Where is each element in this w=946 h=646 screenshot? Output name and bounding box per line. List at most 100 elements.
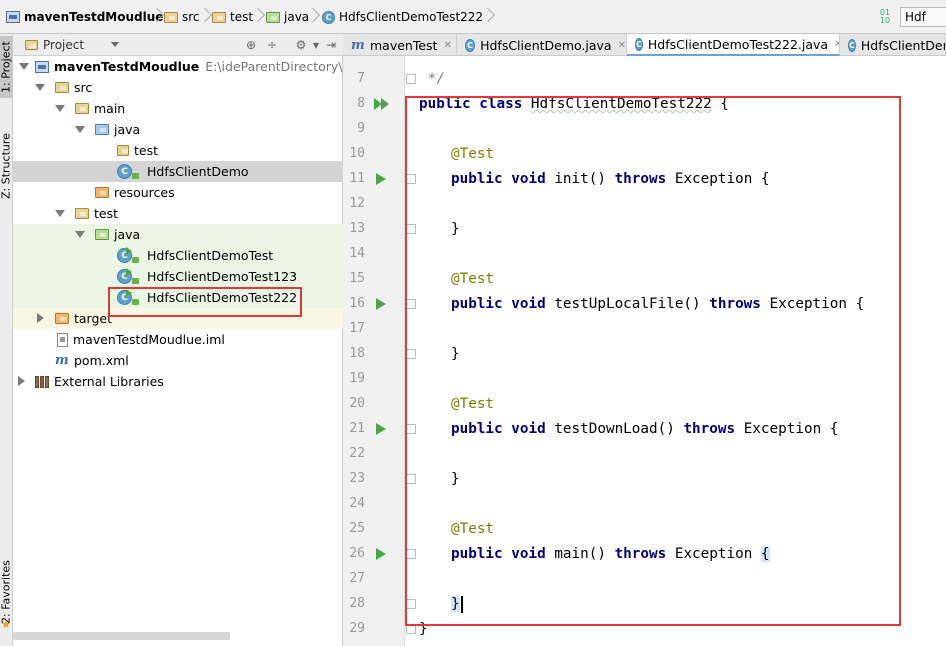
line-number: 7	[357, 71, 365, 86]
line-number: 15	[349, 271, 365, 286]
tree-row[interactable]: test	[13, 203, 343, 224]
gear-icon[interactable]: ⚙	[293, 37, 309, 53]
tree-row[interactable]: C HdfsClientDemoTest123	[13, 266, 343, 287]
tab-hdfsclientdemotest222[interactable]: C HdfsClientDemoTest222.java ✕	[627, 34, 840, 56]
run-test-icon[interactable]	[376, 423, 386, 435]
maven-icon: m	[55, 353, 69, 368]
fold-marker-icon[interactable]	[406, 74, 416, 84]
tree-row[interactable]: src	[13, 77, 343, 98]
run-test-icon[interactable]	[376, 173, 386, 185]
tree-node-target[interactable]: target	[55, 310, 112, 327]
file-icon	[57, 332, 68, 347]
expand-arrow-icon[interactable]	[19, 63, 29, 70]
test-class-icon: C	[117, 268, 139, 284]
class-icon: C	[322, 10, 335, 24]
tree-row[interactable]: m pom.xml	[13, 350, 343, 371]
class-icon: C	[848, 38, 856, 52]
tree-node-root[interactable]: mavenTestdMoudlue E:\ideParentDirectory\…	[35, 58, 370, 75]
tab-hdfsclientdemo[interactable]: C HdfsClientDemo.java ✕	[457, 34, 627, 56]
tree-row[interactable]: java	[13, 224, 343, 245]
line-number: 17	[349, 321, 365, 336]
tree-row[interactable]: java	[13, 119, 343, 140]
breadcrumb-project[interactable]: mavenTestdMoudlue	[6, 8, 163, 26]
line-number: 26	[349, 546, 365, 561]
tree-node-hdfsclientdemotest[interactable]: C HdfsClientDemoTest	[117, 247, 273, 264]
tree-row[interactable]: mavenTestdMoudlue.iml	[13, 329, 343, 350]
project-panel-header: Project ⊕ ÷ ⚙ ▼ ⇥	[13, 34, 343, 56]
tree-row[interactable]: C HdfsClientDemo	[13, 161, 343, 182]
tree-node-main-java[interactable]: java	[95, 121, 140, 138]
test-class-icon: C	[117, 247, 139, 263]
tree-node-hdfsclientdemo[interactable]: C HdfsClientDemo	[117, 163, 249, 180]
project-icon	[25, 40, 38, 50]
tab-hdfsclientdem[interactable]: C HdfsClientDem	[840, 34, 946, 56]
run-class-icon[interactable]	[374, 98, 389, 110]
breadcrumb-src[interactable]: src	[164, 8, 200, 26]
folder-icon	[55, 82, 69, 93]
editor-gutter: 7 8 9 10 11 12 13 14 15 16 17 18 19 20 2…	[343, 56, 405, 646]
chevron-right-icon	[152, 6, 162, 28]
tree-row[interactable]: External Libraries	[13, 371, 343, 392]
folder-icon	[164, 11, 178, 23]
line-number: 23	[349, 471, 365, 486]
tree-node-external-libraries[interactable]: External Libraries	[35, 373, 164, 390]
expand-arrow-icon[interactable]	[35, 84, 45, 91]
chevron-right-icon	[308, 6, 318, 28]
chevron-right-icon	[200, 6, 210, 28]
close-icon[interactable]: ✕	[618, 40, 626, 51]
code-line-7: */	[419, 71, 445, 87]
tree-row[interactable]: main	[13, 98, 343, 119]
test-folder-icon	[266, 11, 280, 23]
tree-node-test[interactable]: test	[75, 205, 118, 222]
expand-arrow-icon[interactable]	[55, 105, 65, 112]
hide-panel-icon[interactable]: ⇥	[323, 37, 339, 53]
tree-node-test-java[interactable]: java	[95, 226, 140, 243]
chevron-down-icon[interactable]: ▼	[308, 37, 324, 53]
collapsed-arrow-icon[interactable]	[18, 376, 25, 386]
line-number: 18	[349, 346, 365, 361]
tree-node-main[interactable]: main	[75, 100, 125, 117]
tree-node-src[interactable]: src	[55, 79, 92, 96]
tree-row[interactable]: C HdfsClientDemoTest	[13, 245, 343, 266]
horizontal-scrollbar[interactable]	[13, 632, 230, 640]
line-number: 22	[349, 446, 365, 461]
tree-row[interactable]: test	[13, 140, 343, 161]
project-tool-tab[interactable]: 1: Project	[0, 36, 13, 98]
line-number: 29	[349, 621, 365, 636]
close-icon[interactable]: ✕	[443, 40, 451, 51]
line-number: 27	[349, 571, 365, 586]
expand-arrow-icon[interactable]	[75, 126, 85, 133]
tree-node-test-package[interactable]: test	[117, 142, 158, 159]
breadcrumb-test[interactable]: test	[212, 8, 253, 26]
tree-node-pom[interactable]: m pom.xml	[55, 352, 129, 369]
run-test-icon[interactable]	[376, 298, 386, 310]
project-view-selector[interactable]: Project	[25, 37, 84, 53]
collapsed-arrow-icon[interactable]	[37, 313, 44, 323]
module-icon	[35, 60, 49, 73]
tab-maventest[interactable]: m mavenTest ✕	[343, 34, 457, 56]
collapse-all-icon[interactable]: ÷	[264, 37, 280, 53]
line-number: 25	[349, 521, 365, 536]
tree-node-iml[interactable]: mavenTestdMoudlue.iml	[57, 331, 225, 348]
tree-row[interactable]: mavenTestdMoudlue E:\ideParentDirectory\…	[13, 56, 370, 77]
breadcrumb-file[interactable]: C HdfsClientDemoTest222	[322, 8, 483, 26]
tree-row[interactable]: resources	[13, 182, 343, 203]
tree-node-hdfsclientdemotest123[interactable]: C HdfsClientDemoTest123	[117, 268, 297, 285]
structure-tool-tab[interactable]: Z: Structure	[0, 126, 13, 206]
chevron-down-icon[interactable]	[111, 42, 119, 47]
breadcrumb-java[interactable]: java	[266, 8, 309, 26]
tree-node-resources[interactable]: resources	[95, 184, 175, 201]
sort-icon[interactable]: 01 10	[876, 7, 894, 27]
star-icon: ★	[1, 618, 11, 631]
folder-icon	[75, 208, 89, 219]
run-test-icon[interactable]	[376, 548, 386, 560]
locate-icon[interactable]: ⊕	[243, 37, 259, 53]
line-number: 28	[349, 596, 365, 611]
expand-arrow-icon[interactable]	[75, 231, 85, 238]
run-config-selector[interactable]: Hdf	[900, 7, 946, 27]
class-icon: C	[635, 37, 643, 51]
annotation-box-code	[405, 96, 901, 626]
chevron-right-icon	[483, 6, 493, 28]
expand-arrow-icon[interactable]	[55, 210, 65, 217]
line-number: 11	[349, 171, 365, 186]
